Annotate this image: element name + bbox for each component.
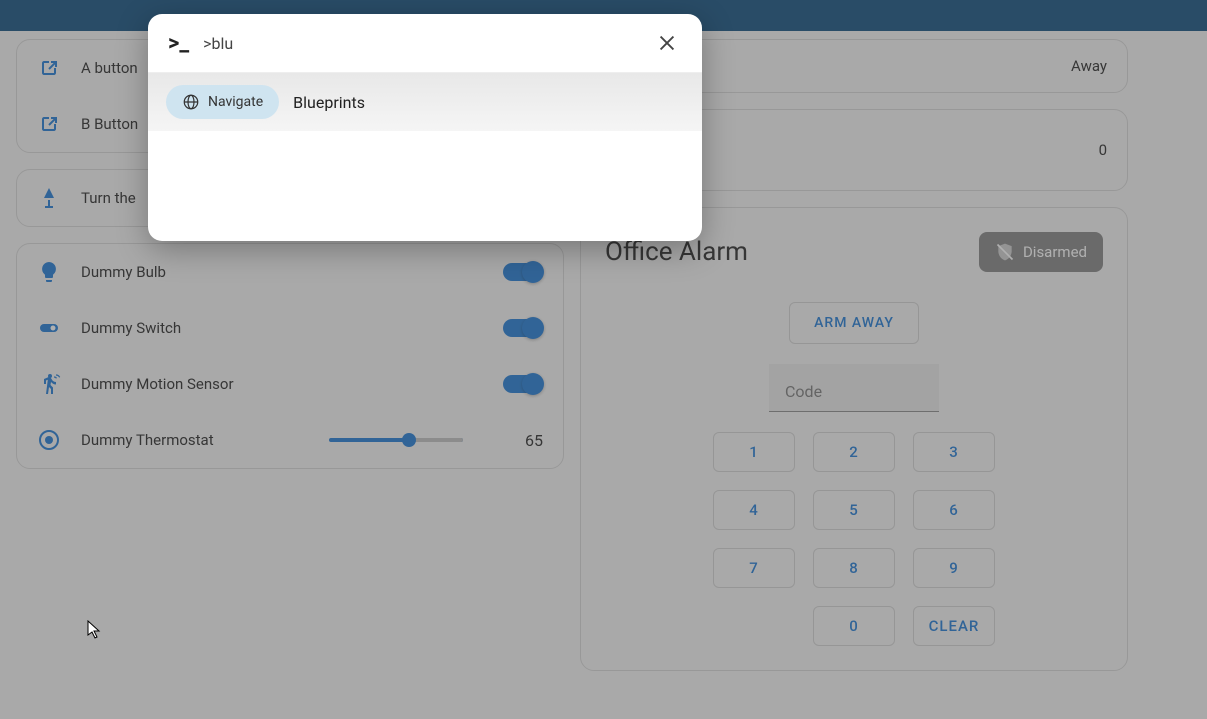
result-label: Blueprints [293, 93, 365, 112]
palette-body [148, 131, 702, 241]
globe-icon [182, 93, 200, 111]
chip-label: Navigate [208, 94, 263, 110]
palette-input[interactable] [203, 34, 638, 53]
palette-result-row[interactable]: Navigate Blueprints [148, 73, 702, 131]
command-palette: >_ Navigate Blueprints [148, 14, 702, 241]
close-icon[interactable] [652, 28, 682, 58]
prompt-icon: >_ [168, 31, 189, 56]
cursor-icon [87, 620, 103, 640]
navigate-chip: Navigate [166, 85, 279, 119]
